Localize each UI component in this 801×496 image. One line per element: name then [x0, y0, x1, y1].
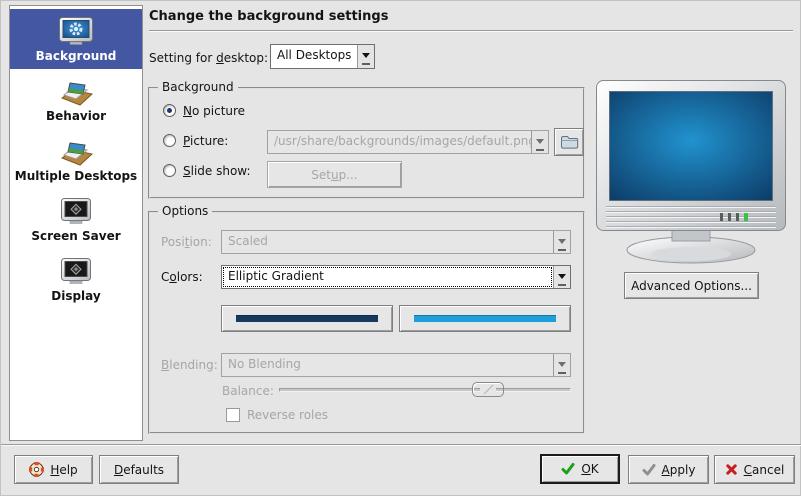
picture-label: Picture: [183, 134, 228, 148]
module-sidebar: Background Behavior Multiple Desktops [9, 5, 143, 441]
title-separator [149, 30, 793, 32]
position-label: Position: [161, 235, 212, 249]
sidebar-item-label: Multiple Desktops [15, 169, 137, 183]
picture-path-combobox[interactable]: /usr/share/backgrounds/images/default.pn… [267, 130, 549, 154]
folder-icon [560, 135, 579, 150]
chevron-down-icon[interactable] [553, 231, 570, 253]
apply-button[interactable]: Apply [628, 455, 709, 484]
color1-button[interactable] [221, 305, 393, 332]
position-value: Scaled [222, 231, 553, 253]
slide-show-label: Slide show: [183, 164, 251, 178]
no-picture-radio[interactable] [163, 104, 176, 117]
browse-picture-button[interactable] [554, 128, 584, 156]
background-preview-monitor [596, 79, 786, 265]
colors-combobox[interactable]: Elliptic Gradient [221, 265, 571, 289]
desktop-selector-label: Setting for desktop: [149, 51, 268, 65]
position-combobox[interactable]: Scaled [221, 230, 571, 254]
sidebar-item-label: Screen Saver [31, 229, 120, 243]
sidebar-item-background[interactable]: Background [10, 9, 142, 69]
sidebar-item-behavior[interactable]: Behavior [10, 69, 142, 129]
no-picture-label: No picture [183, 104, 245, 118]
chevron-down-icon[interactable] [553, 266, 570, 288]
slide-show-radio[interactable] [163, 164, 176, 177]
sidebar-item-label: Behavior [46, 109, 106, 123]
slideshow-setup-button[interactable]: Setup... [267, 161, 402, 188]
green-check-icon [561, 462, 575, 476]
chevron-down-icon[interactable] [531, 131, 548, 153]
advanced-options-button[interactable]: Advanced Options... [624, 272, 759, 299]
ok-button[interactable]: OK [540, 454, 620, 484]
desktop-papers-icon [58, 136, 94, 166]
footer-separator [1, 444, 801, 446]
desktop-papers-icon [58, 76, 94, 106]
red-x-icon [725, 463, 738, 476]
defaults-button[interactable]: Defaults [99, 455, 179, 484]
reverse-roles-checkbox[interactable] [226, 408, 240, 422]
color1-swatch [236, 315, 378, 322]
color2-swatch [414, 315, 556, 322]
sidebar-item-display[interactable]: Display [10, 249, 142, 309]
life-ring-icon [29, 462, 44, 477]
options-group-legend: Options [158, 204, 212, 218]
picture-path-value: /usr/share/backgrounds/images/default.pn… [268, 131, 531, 153]
blending-label: Blending: [161, 358, 218, 372]
dark-monitor-icon [58, 256, 94, 286]
blending-value: No Blending [222, 354, 553, 376]
sidebar-item-screen-saver[interactable]: Screen Saver [10, 189, 142, 249]
background-group-legend: Background [158, 80, 238, 94]
desktop-selector-value: All Desktops [271, 45, 357, 68]
cancel-button[interactable]: Cancel [714, 455, 795, 484]
sidebar-item-label: Background [36, 49, 117, 63]
sidebar-item-multiple-desktops[interactable]: Multiple Desktops [10, 129, 142, 189]
balance-slider [279, 382, 571, 398]
balance-slider-track[interactable] [279, 388, 571, 392]
gray-check-icon [642, 463, 656, 477]
colors-value: Elliptic Gradient [222, 266, 553, 288]
blending-combobox[interactable]: No Blending [221, 353, 571, 377]
dark-monitor-icon [58, 196, 94, 226]
desktop-selector-combobox[interactable]: All Desktops [270, 44, 375, 69]
sidebar-item-label: Display [51, 289, 100, 303]
help-button[interactable]: Help [14, 455, 93, 484]
colors-label: Colors: [161, 270, 203, 284]
chevron-down-icon[interactable] [553, 354, 570, 376]
balance-label: Balance: [222, 384, 274, 398]
chevron-down-icon[interactable] [357, 45, 374, 68]
picture-radio[interactable] [163, 134, 176, 147]
reverse-roles-label: Reverse roles [247, 408, 328, 422]
balance-slider-handle[interactable] [472, 382, 504, 397]
background-monitor-icon [58, 16, 94, 46]
background-settings-dialog: { "header": { "title": "Change the backg… [0, 0, 801, 496]
color2-button[interactable] [399, 305, 571, 332]
page-title: Change the background settings [149, 9, 388, 24]
